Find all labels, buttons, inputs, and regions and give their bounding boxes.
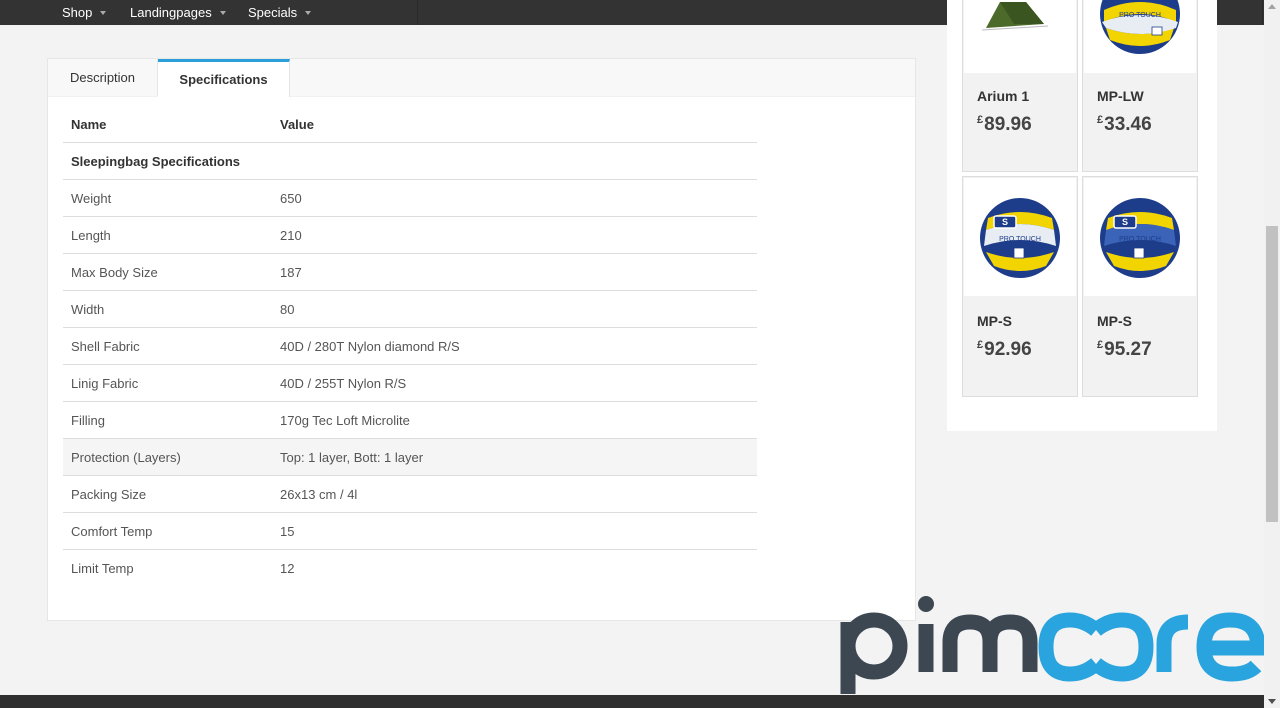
specifications-table: Name Value Sleepingbag Specifications We… xyxy=(63,106,757,586)
product-details-panel: Description Specifications Name Value Sl… xyxy=(47,58,916,621)
tab-specifications[interactable]: Specifications xyxy=(158,59,290,97)
svg-text:PRO TOUCH: PRO TOUCH xyxy=(1119,236,1161,243)
table-row: Length 210 xyxy=(63,216,757,254)
spec-name: Filling xyxy=(63,401,272,439)
svg-text:S: S xyxy=(1122,217,1128,227)
spec-value: 187 xyxy=(272,253,757,291)
table-row: Protection (Layers) Top: 1 layer, Bott: 1… xyxy=(63,438,757,476)
volleyball-image: S PRO TOUCH xyxy=(1084,178,1196,296)
spec-name: Max Body Size xyxy=(63,253,272,291)
spec-value: 15 xyxy=(272,512,757,550)
spec-name: Width xyxy=(63,290,272,328)
column-header-value: Value xyxy=(272,106,757,143)
product-price: £89.96 xyxy=(977,114,1032,135)
tab-description[interactable]: Description xyxy=(48,59,158,96)
product-name: MP-LW xyxy=(1097,88,1144,104)
volleyball-image: PRO TOUCH xyxy=(1084,0,1196,73)
product-card[interactable]: S PRO TOUCH MP-S £95.27 xyxy=(1082,176,1198,397)
nav-item-specials[interactable]: Specials xyxy=(248,0,312,25)
spec-value: 210 xyxy=(272,216,757,254)
product-name: Arium 1 xyxy=(977,88,1030,104)
table-row: Linig Fabric 40D / 255T Nylon R/S xyxy=(63,364,757,402)
spec-value: 12 xyxy=(280,560,295,576)
product-name: MP-S xyxy=(977,313,1012,329)
spec-name: Packing Size xyxy=(63,475,272,513)
tab-bar: Description Specifications xyxy=(48,59,915,97)
table-section-row: Sleepingbag Specifications xyxy=(63,142,757,180)
spec-name: Length xyxy=(63,216,272,254)
table-row: Width 80 xyxy=(63,290,757,328)
spec-value: 40D / 280T Nylon diamond R/S xyxy=(272,327,757,365)
product-price: £33.46 xyxy=(1097,114,1152,135)
table-row: Limit Temp 12 xyxy=(63,550,757,587)
tent-image xyxy=(964,0,1076,73)
product-card[interactable]: S PRO TOUCH MP-S £92.96 xyxy=(962,176,1078,397)
related-products-sidebar: Arium 1 £89.96 PRO TOUCH MP-LW £33.46 S … xyxy=(947,0,1217,431)
column-header-name: Name xyxy=(63,106,272,143)
volleyball-image: S PRO TOUCH xyxy=(964,178,1076,296)
product-price: £95.27 xyxy=(1097,339,1152,360)
chevron-down-icon xyxy=(219,10,226,15)
table-row: Shell Fabric 40D / 280T Nylon diamond R/S xyxy=(63,327,757,365)
nav-divider xyxy=(417,0,418,25)
spec-value: 650 xyxy=(272,179,757,217)
spec-value: 40D / 255T Nylon R/S xyxy=(272,364,757,402)
spec-value: Top: 1 layer, Bott: 1 layer xyxy=(272,438,757,476)
scroll-up-arrow-icon[interactable] xyxy=(1264,0,1280,14)
chevron-down-icon xyxy=(100,10,107,15)
spec-value: 170g Tec Loft Microlite xyxy=(272,401,757,439)
pimcore-logo xyxy=(838,594,1268,696)
spec-name: Limit Temp xyxy=(71,560,134,576)
spec-name: Protection (Layers) xyxy=(63,438,272,476)
table-row: Comfort Temp 15 xyxy=(63,512,757,550)
footer-bar xyxy=(0,695,1264,708)
svg-text:PRO TOUCH: PRO TOUCH xyxy=(999,236,1041,243)
nav-item-shop[interactable]: Shop xyxy=(62,0,107,25)
product-price: £92.96 xyxy=(977,339,1032,360)
svg-text:S: S xyxy=(1002,217,1008,227)
spec-value: 26x13 cm / 4l xyxy=(272,475,757,513)
svg-text:PRO TOUCH: PRO TOUCH xyxy=(1119,12,1161,19)
spec-value: 80 xyxy=(272,290,757,328)
table-row: Max Body Size 187 xyxy=(63,253,757,291)
table-row: Weight 650 xyxy=(63,179,757,217)
product-card[interactable]: Arium 1 £89.96 xyxy=(962,0,1078,172)
nav-divider xyxy=(1262,0,1263,25)
spec-name: Linig Fabric xyxy=(63,364,272,402)
product-name: MP-S xyxy=(1097,313,1132,329)
table-row: Filling 170g Tec Loft Microlite xyxy=(63,401,757,439)
scroll-down-arrow-icon[interactable] xyxy=(1264,694,1280,708)
scrollbar-thumb[interactable] xyxy=(1266,226,1278,522)
table-header-row: Name Value xyxy=(63,106,757,143)
spec-name: Weight xyxy=(63,179,272,217)
page-scrollbar[interactable] xyxy=(1264,0,1280,708)
spec-name: Shell Fabric xyxy=(63,327,272,365)
nav-item-landingpages[interactable]: Landingpages xyxy=(130,0,226,25)
product-card[interactable]: PRO TOUCH MP-LW £33.46 xyxy=(1082,0,1198,172)
table-row: Packing Size 26x13 cm / 4l xyxy=(63,475,757,513)
chevron-down-icon xyxy=(305,10,312,15)
section-title: Sleepingbag Specifications xyxy=(63,142,757,180)
spec-name: Comfort Temp xyxy=(63,512,272,550)
